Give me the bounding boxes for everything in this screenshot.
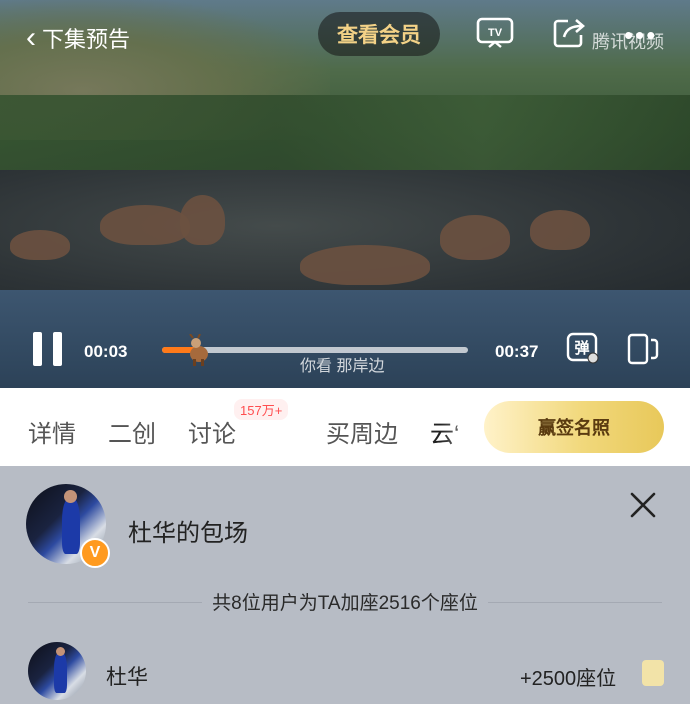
- video-frame-seal: [440, 215, 510, 260]
- back-label: 下集预告: [42, 27, 131, 52]
- video-frame-seal: [180, 195, 225, 245]
- more-icon[interactable]: •••: [624, 22, 657, 48]
- current-time: 00:03: [84, 342, 128, 361]
- video-subtitle: 你看 那岸边: [300, 358, 385, 375]
- back-button[interactable]: ‹ 下集预告: [26, 22, 130, 54]
- avatar-head: [55, 646, 66, 656]
- avatar-figure: [62, 498, 80, 555]
- tab-discussion[interactable]: 讨论: [188, 414, 236, 449]
- list-item-seats: +2500座位: [520, 668, 617, 690]
- verified-badge-icon: V: [80, 538, 110, 568]
- chevron-left-icon: ‹: [26, 21, 36, 54]
- video-frame-seal: [300, 245, 430, 285]
- pause-bar-icon: [33, 332, 42, 366]
- seat-icon: [642, 660, 664, 686]
- tab-merchandise[interactable]: 买周边: [326, 414, 398, 449]
- video-frame-seal: [530, 210, 590, 250]
- goat-progress-knob-icon[interactable]: [186, 334, 212, 366]
- tv-cast-icon[interactable]: TV: [476, 17, 514, 49]
- avatar-figure: [54, 652, 67, 694]
- danmu-label: 弹: [574, 339, 589, 357]
- pause-bar-icon: [53, 332, 62, 366]
- tab-details[interactable]: 详情: [28, 414, 76, 449]
- list-item-name: 杜华: [106, 666, 148, 689]
- share-icon[interactable]: [552, 17, 588, 49]
- svg-text:TV: TV: [488, 27, 503, 39]
- win-signed-photo-button[interactable]: 赢签名照: [484, 401, 664, 453]
- seat-summary-text: 共8位用户为TA加座2516个座位: [202, 593, 488, 614]
- sheet-title: 杜华的包场: [128, 520, 248, 547]
- tab-fan-creations[interactable]: 二创: [108, 414, 156, 449]
- total-time: 00:37: [495, 342, 539, 361]
- view-vip-button[interactable]: 查看会员: [318, 12, 440, 56]
- video-frame-seal: [100, 205, 190, 245]
- pause-button[interactable]: [33, 332, 63, 366]
- player-top-bar: ‹ 下集预告 查看会员 TV 腾讯视频 •••: [0, 0, 690, 76]
- video-frame-seal: [10, 230, 70, 260]
- discussion-count-badge: 157万+: [234, 399, 289, 420]
- seat-summary: 共8位用户为TA加座2516个座位: [0, 588, 690, 615]
- close-icon[interactable]: [628, 490, 658, 520]
- video-player[interactable]: ‹ 下集预告 查看会员 TV 腾讯视频 ••• 00:03 00:37 你看 那…: [0, 0, 690, 388]
- list-item-avatar[interactable]: [28, 642, 86, 700]
- fullscreen-icon[interactable]: [626, 332, 660, 366]
- danmu-toggle-icon[interactable]: 弹: [566, 332, 600, 364]
